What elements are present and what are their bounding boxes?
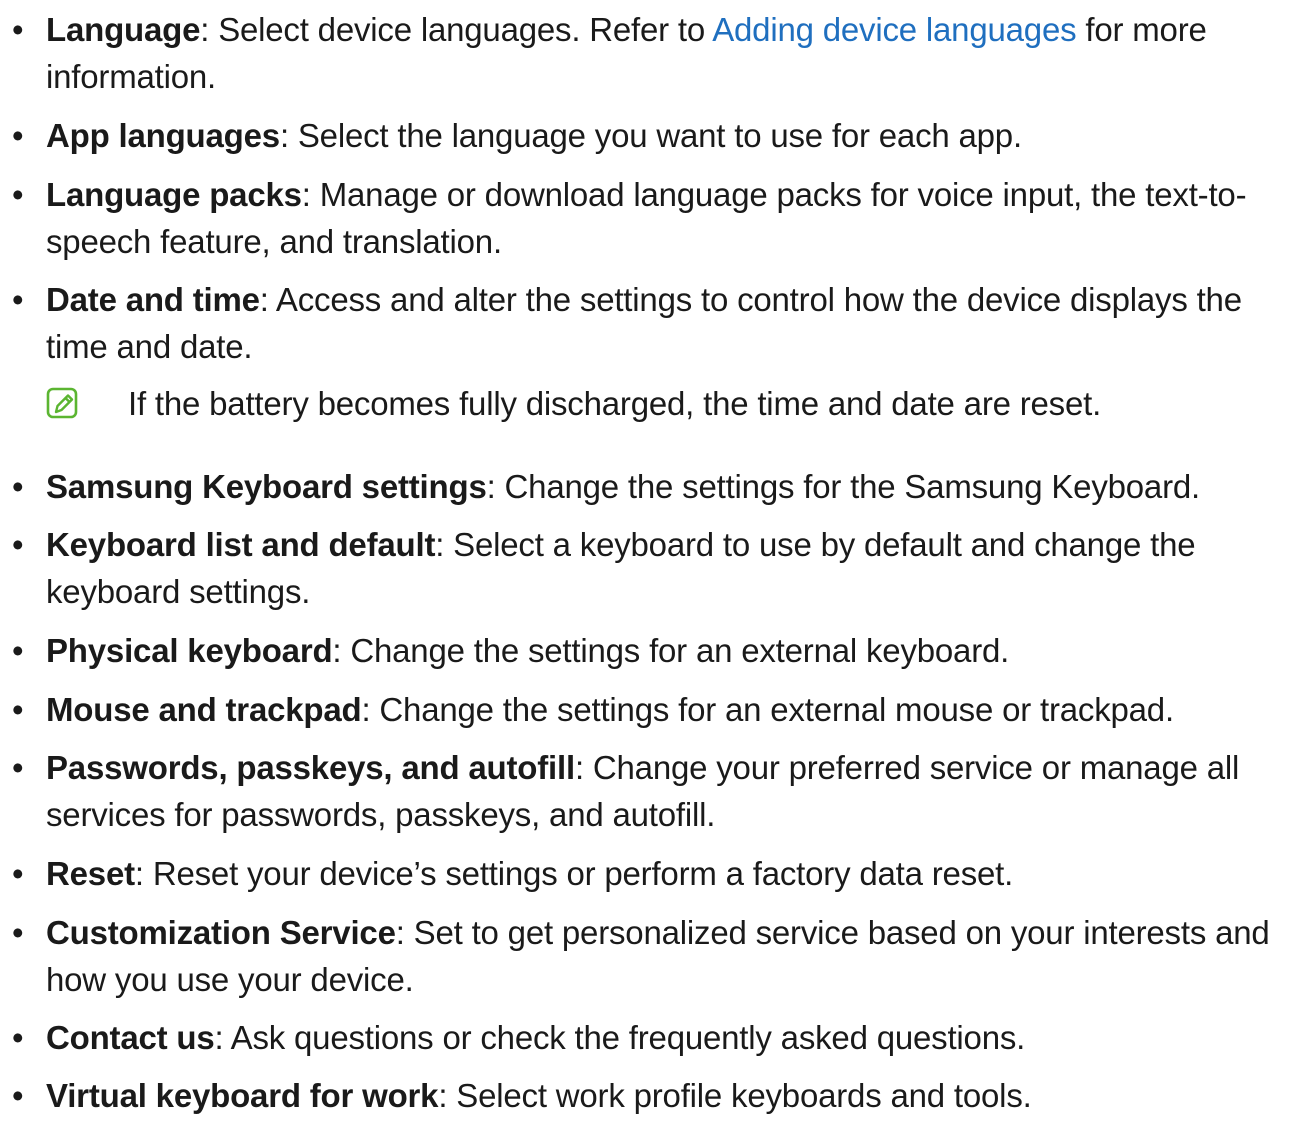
item-description: speech feature, and translation.	[46, 223, 502, 260]
item-separator: :	[435, 526, 454, 563]
item-description: keyboard settings.	[46, 573, 311, 610]
item-separator: :	[574, 749, 593, 786]
item-term: Reset	[46, 855, 135, 892]
item-description: services for passwords, passkeys, and au…	[46, 796, 716, 833]
item-description: Access and alter the settings to control…	[275, 281, 1242, 318]
bullet: •	[12, 1077, 24, 1114]
item-description: Ask questions or check the frequently as…	[230, 1019, 1026, 1056]
item-description: Change the settings for an external keyb…	[350, 632, 1010, 669]
bullet: •	[12, 914, 24, 951]
item-term: Date and time	[46, 281, 260, 318]
item-description: how you use your device.	[46, 961, 414, 998]
item-separator: :	[134, 855, 153, 892]
item-term: Customization Service	[46, 914, 396, 951]
bullet: •	[12, 468, 24, 505]
item-term: Keyboard list and default	[46, 526, 436, 563]
item-separator: :	[214, 1019, 231, 1056]
adding-device-languages-link[interactable]: Adding device languages	[712, 11, 1076, 48]
note: If the battery becomes fully discharged,…	[46, 380, 1266, 427]
bullet: •	[12, 526, 24, 563]
item-separator: :	[301, 176, 320, 213]
bullet: •	[12, 117, 24, 154]
item-term: Physical keyboard	[46, 632, 333, 669]
item-description: Select device languages. Refer to	[218, 11, 713, 48]
item-term: Virtual keyboard for work	[46, 1077, 439, 1114]
item-separator: :	[279, 117, 298, 154]
item-separator: :	[259, 281, 276, 318]
item-term: Language	[46, 11, 201, 48]
item-description: Select the language you want to use for …	[297, 117, 1022, 154]
bullet: •	[12, 691, 24, 728]
item-separator: :	[332, 632, 351, 669]
item-term: Contact us	[46, 1019, 215, 1056]
settings-description-list: • Language: Select device languages. Ref…	[0, 0, 1312, 1122]
item-term: Passwords, passkeys, and autofill	[46, 749, 575, 786]
item-description: Change the settings for an external mous…	[379, 691, 1174, 728]
item-term: Samsung Keyboard settings	[46, 468, 487, 505]
item-term: Language packs	[46, 176, 302, 213]
item-separator: :	[361, 691, 380, 728]
item-term: Mouse and trackpad	[46, 691, 362, 728]
item-separator: :	[200, 11, 219, 48]
item-separator: :	[486, 468, 505, 505]
bullet: •	[12, 281, 24, 318]
bullet: •	[12, 1019, 24, 1056]
item-description: Change the settings for the Samsung Keyb…	[504, 468, 1201, 505]
note-text: If the battery becomes fully discharged,…	[128, 385, 1102, 422]
bullet: •	[12, 632, 24, 669]
note-pencil-icon	[46, 387, 78, 419]
item-description: for more	[1076, 11, 1207, 48]
bullet: •	[12, 176, 24, 213]
item-description: Select a keyboard to use by default and …	[453, 526, 1196, 563]
item-term: App languages	[46, 117, 280, 154]
bullet: •	[12, 11, 24, 48]
item-description: Set to get personalized service based on…	[413, 914, 1270, 951]
item-description: Change your preferred service or manage …	[592, 749, 1240, 786]
item-separator: :	[395, 914, 414, 951]
item-description: Select work profile keyboards and tools.	[456, 1077, 1032, 1114]
item-description: time and date.	[46, 328, 253, 365]
item-description: Reset your device’s settings or perform …	[152, 855, 1014, 892]
item-description: Manage or download language packs for vo…	[319, 176, 1247, 213]
item-description: information.	[46, 58, 217, 95]
bullet: •	[12, 749, 24, 786]
bullet: •	[12, 855, 24, 892]
item-separator: :	[438, 1077, 457, 1114]
